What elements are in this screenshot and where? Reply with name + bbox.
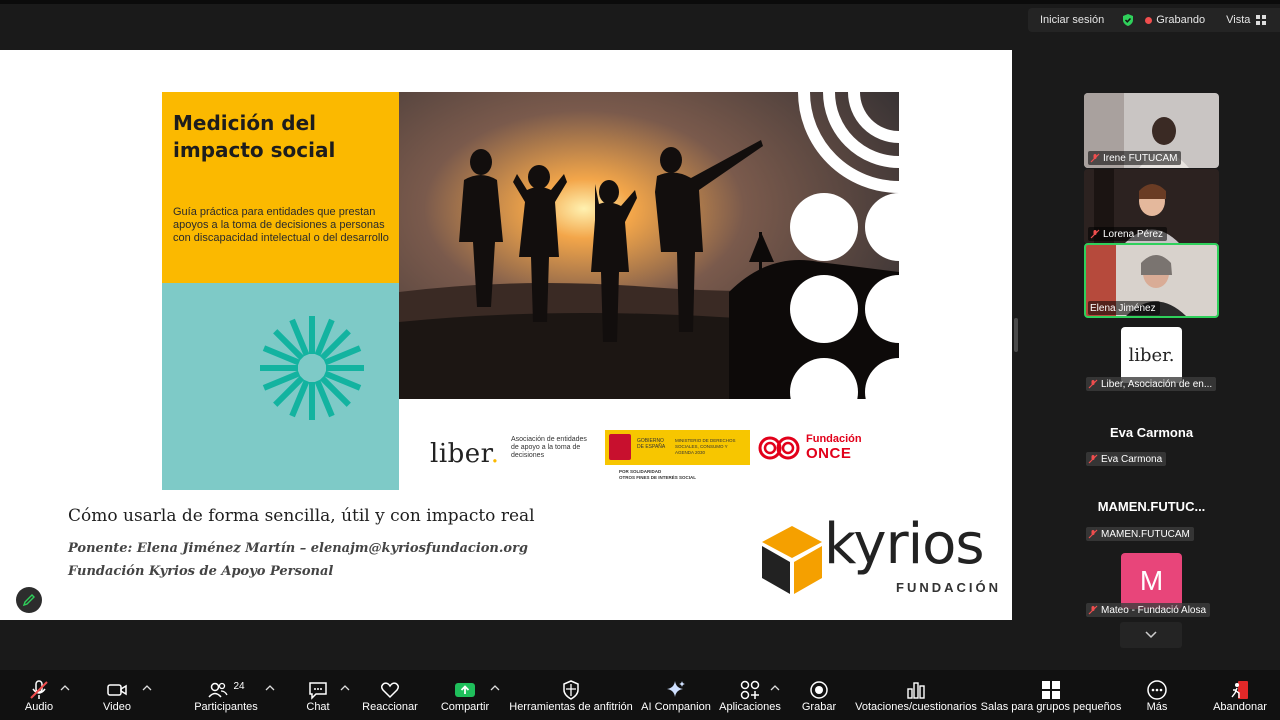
share-screen-button[interactable]: Compartir (440, 670, 490, 720)
kyrios-cube-icon (762, 526, 822, 594)
more-dots-icon (1147, 680, 1167, 700)
chat-button[interactable]: Chat (302, 670, 334, 720)
ai-companion-button[interactable]: AI Companion (641, 670, 711, 720)
participant-name-tag: Elena Jiménez (1088, 301, 1160, 315)
apps-button[interactable]: Aplicaciones (719, 670, 781, 720)
slide-headline: Cómo usarla de forma sencilla, útil y co… (68, 506, 535, 526)
participant-avatar-liber: liber. (1121, 327, 1182, 383)
heart-icon (380, 682, 400, 699)
mic-muted-icon (1088, 379, 1098, 389)
mic-muted-icon (1088, 454, 1098, 464)
participants-button[interactable]: 24 Participantes (194, 670, 258, 720)
cover-subtitle: Guía práctica para entidades que prestan… (173, 206, 389, 244)
more-button[interactable]: Más (1140, 670, 1174, 720)
sponsor-logos: liber. Asociación de entidades de apoyo … (399, 399, 899, 490)
apps-icon (740, 680, 760, 700)
pencil-icon (22, 594, 35, 607)
once-line1: Fundación (806, 433, 862, 445)
breakout-grid-icon (1042, 681, 1060, 699)
recording-indicator[interactable]: Grabando (1145, 14, 1205, 26)
participants-count: 24 (233, 680, 245, 692)
guide-cover: Medición del impacto social Guía práctic… (162, 92, 899, 490)
fundacion-once-logo: Fundación ONCE (758, 431, 878, 471)
speaker-line: Ponente: Elena Jiménez Martín – elenajm@… (68, 541, 529, 556)
sign-in-link[interactable]: Iniciar sesión (1040, 14, 1104, 26)
top-bar: Iniciar sesión Grabando Vista (0, 0, 1280, 40)
participant-tile-active-speaker[interactable]: Elena Jiménez (1084, 243, 1219, 318)
annotate-button[interactable] (16, 587, 42, 613)
recording-dot-icon (1145, 16, 1153, 24)
exit-door-icon (1231, 681, 1248, 699)
record-button[interactable]: Grabar (800, 670, 838, 720)
kyrios-logo: kyrios FUNDACIÓN (760, 512, 1001, 598)
audio-button[interactable]: Audio (18, 670, 60, 720)
top-right-controls: Iniciar sesión Grabando Vista (1028, 8, 1280, 32)
mic-muted-icon (30, 680, 48, 699)
video-button[interactable]: Video (96, 670, 138, 720)
participant-avatar-letter: M (1121, 553, 1182, 609)
security-shield-icon[interactable] (1121, 13, 1135, 27)
chat-bubble-icon (309, 682, 327, 700)
shield-icon (563, 680, 579, 700)
solidarity-line2: OTROS FINES DE INTERÉS SOCIAL (619, 475, 697, 480)
participant-tile[interactable]: Lorena Pérez (1084, 169, 1219, 244)
once-rings-icon (758, 436, 800, 460)
host-tools-button[interactable]: Herramientas de anfitrión (509, 670, 633, 720)
participant-name-tag: Mateo - Fundació Alosa (1086, 603, 1211, 617)
once-line2: ONCE (806, 445, 852, 462)
react-button[interactable]: Reaccionar (362, 670, 418, 720)
liber-logo: liber. (430, 439, 500, 469)
participant-display-name: MAMEN.FUTUC... (1097, 499, 1206, 514)
view-button[interactable]: Vista (1226, 14, 1267, 26)
chat-options-caret-icon[interactable] (340, 684, 350, 692)
window-strip (0, 0, 1280, 4)
participant-name-tag: MAMEN.FUTUCAM (1086, 527, 1194, 541)
record-icon (810, 681, 828, 699)
grid-view-icon (1256, 15, 1267, 25)
government-logo: GOBIERNO DE ESPAÑA MINISTERIO DE DERECHO… (605, 430, 750, 465)
organization-line: Fundación Kyrios de Apoyo Personal (68, 564, 334, 579)
video-camera-icon (107, 684, 127, 696)
kyrios-sub: FUNDACIÓN (896, 580, 1001, 595)
participant-name-tag: Irene FUTUCAM (1088, 151, 1182, 165)
cover-title: Medición del impacto social (173, 111, 336, 162)
chevron-down-icon (1145, 631, 1157, 639)
breakout-rooms-button[interactable]: Salas para grupos pequeños (981, 670, 1121, 720)
shared-screen: Medición del impacto social Guía práctic… (0, 50, 1012, 620)
meeting-toolbar: Audio Video 24 Participantes Chat Reacci… (0, 670, 1280, 720)
participant-tile[interactable]: Irene FUTUCAM (1084, 93, 1219, 168)
participant-name-tag: Eva Carmona (1086, 452, 1167, 466)
cover-yellow-panel: Medición del impacto social Guía práctic… (162, 92, 399, 283)
gov-line2: MINISTERIO DE DERECHOS SOCIALES, CONSUMO… (675, 438, 736, 455)
solidarity-tag: POR SOLIDARIDAD OTROS FINES DE INTERÉS S… (619, 469, 696, 481)
bar-chart-icon (907, 682, 925, 699)
mic-muted-icon (1090, 153, 1100, 163)
video-options-caret-icon[interactable] (142, 684, 152, 692)
leave-button[interactable]: Abandonar (1212, 670, 1268, 720)
audio-options-caret-icon[interactable] (60, 684, 70, 692)
gov-line1: GOBIERNO DE ESPAÑA (637, 438, 666, 450)
participants-options-caret-icon[interactable] (265, 684, 275, 692)
participant-display-name: Eva Carmona (1109, 425, 1194, 440)
mic-muted-icon (1090, 229, 1100, 239)
starburst-icon (260, 316, 364, 420)
participant-name-tag: Liber, Asociación de en... (1086, 377, 1217, 391)
view-label: Vista (1226, 14, 1251, 26)
people-icon (208, 682, 229, 698)
sparkle-icon (667, 681, 685, 697)
recording-label: Grabando (1156, 14, 1206, 26)
share-arrow-icon (455, 683, 475, 697)
mic-muted-icon (1088, 529, 1098, 539)
panel-resize-handle[interactable] (1014, 318, 1018, 352)
mic-muted-icon (1088, 605, 1098, 615)
apps-options-caret-icon[interactable] (770, 684, 780, 692)
sunset-group-photo (399, 92, 899, 399)
spain-coat-of-arms-icon (609, 434, 631, 460)
kyrios-word: kyrios (824, 512, 985, 577)
liber-description: Asociación de entidades de apoyo a la to… (511, 436, 587, 459)
gallery-scroll-down-button[interactable] (1120, 622, 1182, 648)
participant-name-tag: Lorena Pérez (1088, 227, 1168, 241)
share-options-caret-icon[interactable] (490, 684, 500, 692)
polls-button[interactable]: Votaciones/cuestionarios (855, 670, 977, 720)
